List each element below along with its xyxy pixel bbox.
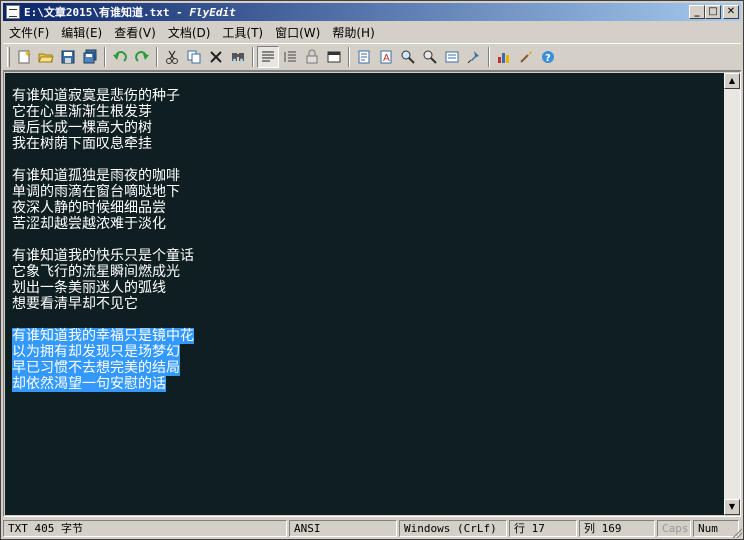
text-line-content: 有谁知道我的快乐只是个童话 — [12, 248, 194, 264]
text-line: 它象飞行的流星瞬间燃成光 — [12, 264, 194, 280]
title-bar[interactable]: E:\文章2015\有谁知道.txt - FlyEdit _ □ ✕ — [3, 3, 741, 21]
text-content[interactable]: 有谁知道寂寞是悲伤的种子 它在心里渐渐生根发芽 最后长成一棵高大的树 我在树荫下面叹息… — [12, 88, 194, 392]
fullscreen-icon[interactable] — [323, 46, 345, 68]
status-encoding[interactable]: ANSI — [289, 520, 397, 537]
text-line: 想要看清早却不见它 — [12, 296, 194, 312]
text-line: 单调的雨滴在窗台嘀哒地下 — [12, 184, 194, 200]
menu-help[interactable]: 帮助(H) — [326, 24, 380, 41]
text-line: 划出一条美丽迷人的弧线 — [12, 280, 194, 296]
status-line: 行 17 — [509, 520, 577, 537]
lock-icon[interactable] — [301, 46, 323, 68]
svg-text:?: ? — [545, 53, 551, 64]
status-bar: TXT 405 字节 ANSI Windows (CrLf) 行 17 列 16… — [3, 519, 741, 538]
text-line: 有谁知道我的幸福只是镜中花 — [12, 328, 194, 344]
copy-icon[interactable] — [183, 46, 205, 68]
text-line-content: 有谁知道我的幸福只是镜中花 — [12, 328, 194, 344]
find-icon[interactable] — [227, 46, 249, 68]
undo-icon[interactable] — [109, 46, 131, 68]
menu-document[interactable]: 文档(D) — [162, 24, 217, 41]
status-line-ending[interactable]: Windows (CrLf) — [399, 520, 507, 537]
open-folder-icon[interactable] — [35, 46, 57, 68]
text-line-content: 有谁知道寂寞是悲伤的种子 — [12, 88, 180, 104]
text-line-content: 它在心里渐渐生根发芽 — [12, 104, 152, 120]
status-column: 列 169 — [579, 520, 655, 537]
text-line-content: 划出一条美丽迷人的弧线 — [12, 280, 166, 296]
text-line-content: 我在树荫下面叹息牵挂 — [12, 136, 152, 152]
window-title-path: E:\文章2015\有谁知道.txt — [24, 6, 170, 19]
text-line-content: 有谁知道孤独是雨夜的咖啡 — [12, 168, 180, 184]
zoom-out-icon[interactable] — [419, 46, 441, 68]
line-numbers-icon[interactable] — [279, 46, 301, 68]
editor-frame: 有谁知道寂寞是悲伤的种子 它在心里渐渐生根发芽 最后长成一棵高大的树 我在树荫下面叹息… — [3, 71, 741, 517]
text-line: 有谁知道孤独是雨夜的咖啡 — [12, 168, 194, 184]
window-title: E:\文章2015\有谁知道.txt - FlyEdit — [24, 4, 236, 20]
toolbar: A ? — [3, 43, 741, 71]
close-button[interactable]: ✕ — [723, 5, 739, 19]
text-line-content: 夜深人静的时候细细品尝 — [12, 200, 166, 216]
settings-icon[interactable] — [515, 46, 537, 68]
menu-window[interactable]: 窗口(W) — [269, 24, 326, 41]
toolbar-separator — [348, 47, 350, 67]
toolbar-separator — [252, 47, 254, 67]
text-line-content: 却依然渴望一句安慰的话 — [12, 376, 166, 392]
status-file-info: TXT 405 字节 — [3, 520, 287, 537]
vertical-scrollbar[interactable]: ▲ ▼ — [724, 73, 740, 515]
new-file-icon[interactable] — [13, 46, 35, 68]
scroll-up-button[interactable]: ▲ — [724, 73, 740, 89]
text-line: 有谁知道我的快乐只是个童话 — [12, 248, 194, 264]
cut-icon[interactable] — [161, 46, 183, 68]
toolbar-grip[interactable] — [7, 47, 10, 67]
app-icon[interactable] — [6, 5, 20, 19]
save-icon[interactable] — [57, 46, 79, 68]
toolbar-separator — [156, 47, 158, 67]
resize-grip[interactable] — [730, 526, 742, 538]
font-icon[interactable]: A — [375, 46, 397, 68]
text-editor[interactable]: 有谁知道寂寞是悲伤的种子 它在心里渐渐生根发芽 最后长成一棵高大的树 我在树荫下面叹息… — [5, 73, 724, 515]
text-line-content: 以为拥有却发现只是场梦幻 — [12, 344, 180, 360]
menu-tools[interactable]: 工具(T) — [216, 24, 269, 41]
code-page-icon[interactable] — [441, 46, 463, 68]
help-icon[interactable]: ? — [537, 46, 559, 68]
scroll-down-button[interactable]: ▼ — [724, 499, 740, 515]
zoom-in-icon[interactable] — [397, 46, 419, 68]
text-line: 有谁知道寂寞是悲伤的种子 — [12, 88, 194, 104]
toolbar-separator — [104, 47, 106, 67]
app-window: E:\文章2015\有谁知道.txt - FlyEdit _ □ ✕ 文件(F)… — [0, 0, 744, 540]
text-line: 我在树荫下面叹息牵挂 — [12, 136, 194, 152]
svg-text:A: A — [383, 53, 390, 64]
text-line-content: 最后长成一棵高大的树 — [12, 120, 152, 136]
word-wrap-icon[interactable] — [257, 46, 279, 68]
document-properties-icon[interactable] — [353, 46, 375, 68]
text-line: 它在心里渐渐生根发芽 — [12, 104, 194, 120]
text-line-content: 苦涩却越尝越浓难于淡化 — [12, 216, 166, 232]
statistics-icon[interactable] — [493, 46, 515, 68]
minimize-button[interactable]: _ — [689, 5, 705, 19]
text-line: 苦涩却越尝越浓难于淡化 — [12, 216, 194, 232]
delete-icon[interactable] — [205, 46, 227, 68]
caption-buttons: _ □ ✕ — [689, 5, 739, 19]
text-line-content: 单调的雨滴在窗台嘀哒地下 — [12, 184, 180, 200]
text-line-content: 想要看清早却不见它 — [12, 296, 138, 312]
menu-edit[interactable]: 编辑(E) — [55, 24, 108, 41]
text-line-content: 早已习惯不去想完美的结局 — [12, 360, 180, 376]
toolbar-separator — [488, 47, 490, 67]
text-line: 早已习惯不去想完美的结局 — [12, 360, 194, 376]
status-caps: Caps — [657, 520, 691, 537]
text-line-content: 它象飞行的流星瞬间燃成光 — [12, 264, 180, 280]
menu-bar: 文件(F) 编辑(E) 查看(V) 文档(D) 工具(T) 窗口(W) 帮助(H… — [3, 22, 741, 42]
maximize-button[interactable]: □ — [705, 5, 721, 19]
save-all-icon[interactable] — [79, 46, 101, 68]
redo-icon[interactable] — [131, 46, 153, 68]
menu-file[interactable]: 文件(F) — [3, 24, 55, 41]
pin-icon[interactable] — [463, 46, 485, 68]
text-line: 以为拥有却发现只是场梦幻 — [12, 344, 194, 360]
text-line: 夜深人静的时候细细品尝 — [12, 200, 194, 216]
menu-view[interactable]: 查看(V) — [108, 24, 162, 41]
text-line: 却依然渴望一句安慰的话 — [12, 376, 194, 392]
window-title-app: - FlyEdit — [169, 6, 236, 19]
text-line: 最后长成一棵高大的树 — [12, 120, 194, 136]
